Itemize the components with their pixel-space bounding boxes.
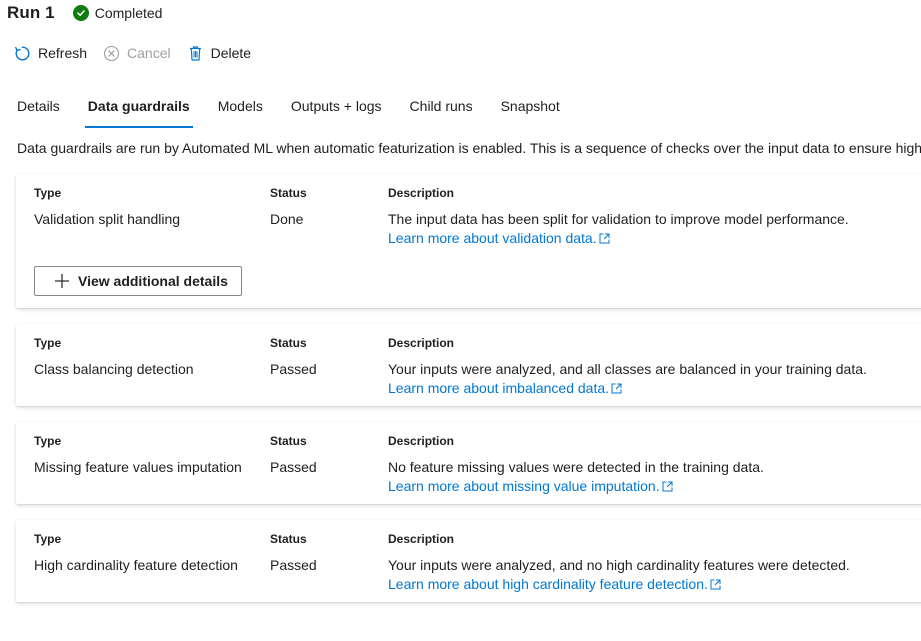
tab-data-guardrails[interactable]: Data guardrails (84, 92, 193, 128)
tab-models[interactable]: Models (218, 92, 263, 128)
tab-outputs-logs[interactable]: Outputs + logs (291, 92, 382, 128)
refresh-button[interactable]: Refresh (14, 45, 87, 62)
guardrail-type: Validation split handling (34, 211, 181, 227)
guardrail-card-high-cardinality: Type Status Description High cardinality… (16, 520, 921, 602)
learn-more-link[interactable]: Learn more about validation data. (388, 230, 610, 246)
guardrail-status: Passed (270, 557, 317, 573)
guardrail-type: Missing feature values imputation (34, 459, 242, 475)
type-header: Type (34, 532, 62, 546)
cancel-label: Cancel (127, 45, 171, 61)
view-additional-details-button[interactable]: View additional details (34, 266, 242, 296)
status-header: Status (270, 434, 307, 448)
type-header: Type (34, 186, 62, 200)
description-header: Description (388, 186, 455, 200)
guardrail-status: Passed (270, 459, 317, 475)
delete-button[interactable]: Delete (187, 45, 251, 62)
status-text: Completed (94, 5, 163, 21)
intro-text: Data guardrails are run by Automated ML … (17, 140, 921, 156)
type-header: Type (34, 336, 62, 350)
learn-more-label: Learn more about high cardinality featur… (388, 576, 708, 592)
status-header: Status (270, 336, 307, 350)
view-additional-details-label: View additional details (78, 273, 228, 289)
description-header: Description (388, 434, 455, 448)
external-link-icon (599, 233, 610, 243)
guardrail-description: Your inputs were analyzed, and all class… (388, 361, 867, 377)
run-header: Run 1 Completed (7, 2, 162, 24)
external-link-icon (662, 481, 673, 491)
external-link-icon (710, 579, 721, 589)
learn-more-label: Learn more about validation data. (388, 230, 597, 246)
guardrail-card-missing-values: Type Status Description Missing feature … (16, 422, 921, 504)
learn-more-label: Learn more about imbalanced data. (388, 380, 610, 396)
guardrail-status: Done (270, 211, 304, 227)
learn-more-link[interactable]: Learn more about high cardinality featur… (388, 576, 721, 592)
trash-icon (189, 45, 201, 61)
status-header: Status (270, 532, 307, 546)
command-bar: Refresh Cancel Delete (14, 42, 267, 64)
guardrail-description: Your inputs were analyzed, and no high c… (388, 557, 850, 573)
description-header: Description (388, 336, 455, 350)
guardrail-card-class-balancing: Type Status Description Class balancing … (16, 324, 921, 406)
delete-label: Delete (210, 45, 252, 61)
status-header: Status (270, 186, 307, 200)
guardrail-description: No feature missing values were detected … (388, 459, 764, 475)
tab-bar: Details Data guardrails Models Outputs +… (17, 92, 588, 128)
tab-details[interactable]: Details (17, 92, 60, 128)
guardrail-type: Class balancing detection (34, 361, 194, 377)
description-header: Description (388, 532, 455, 546)
guardrail-description: The input data has been split for valida… (388, 211, 849, 227)
cancel-button[interactable]: Cancel (103, 45, 171, 62)
guardrail-type: High cardinality feature detection (34, 557, 238, 573)
learn-more-label: Learn more about missing value imputatio… (388, 478, 660, 494)
learn-more-link[interactable]: Learn more about missing value imputatio… (388, 478, 673, 494)
type-header: Type (34, 434, 62, 448)
page-title: Run 1 (7, 3, 55, 22)
plus-icon (55, 274, 69, 288)
refresh-label: Refresh (38, 45, 88, 61)
guardrail-card-validation: Type Status Description Validation split… (16, 174, 921, 308)
learn-more-link[interactable]: Learn more about imbalanced data. (388, 380, 622, 396)
status-badge: Completed (72, 5, 163, 21)
guardrail-status: Passed (270, 361, 317, 377)
refresh-icon (15, 45, 30, 60)
tab-child-runs[interactable]: Child runs (410, 92, 473, 128)
tab-snapshot[interactable]: Snapshot (501, 92, 560, 128)
cancel-icon (103, 45, 120, 61)
checkmark-circle-icon (72, 5, 89, 21)
external-link-icon (611, 383, 622, 393)
